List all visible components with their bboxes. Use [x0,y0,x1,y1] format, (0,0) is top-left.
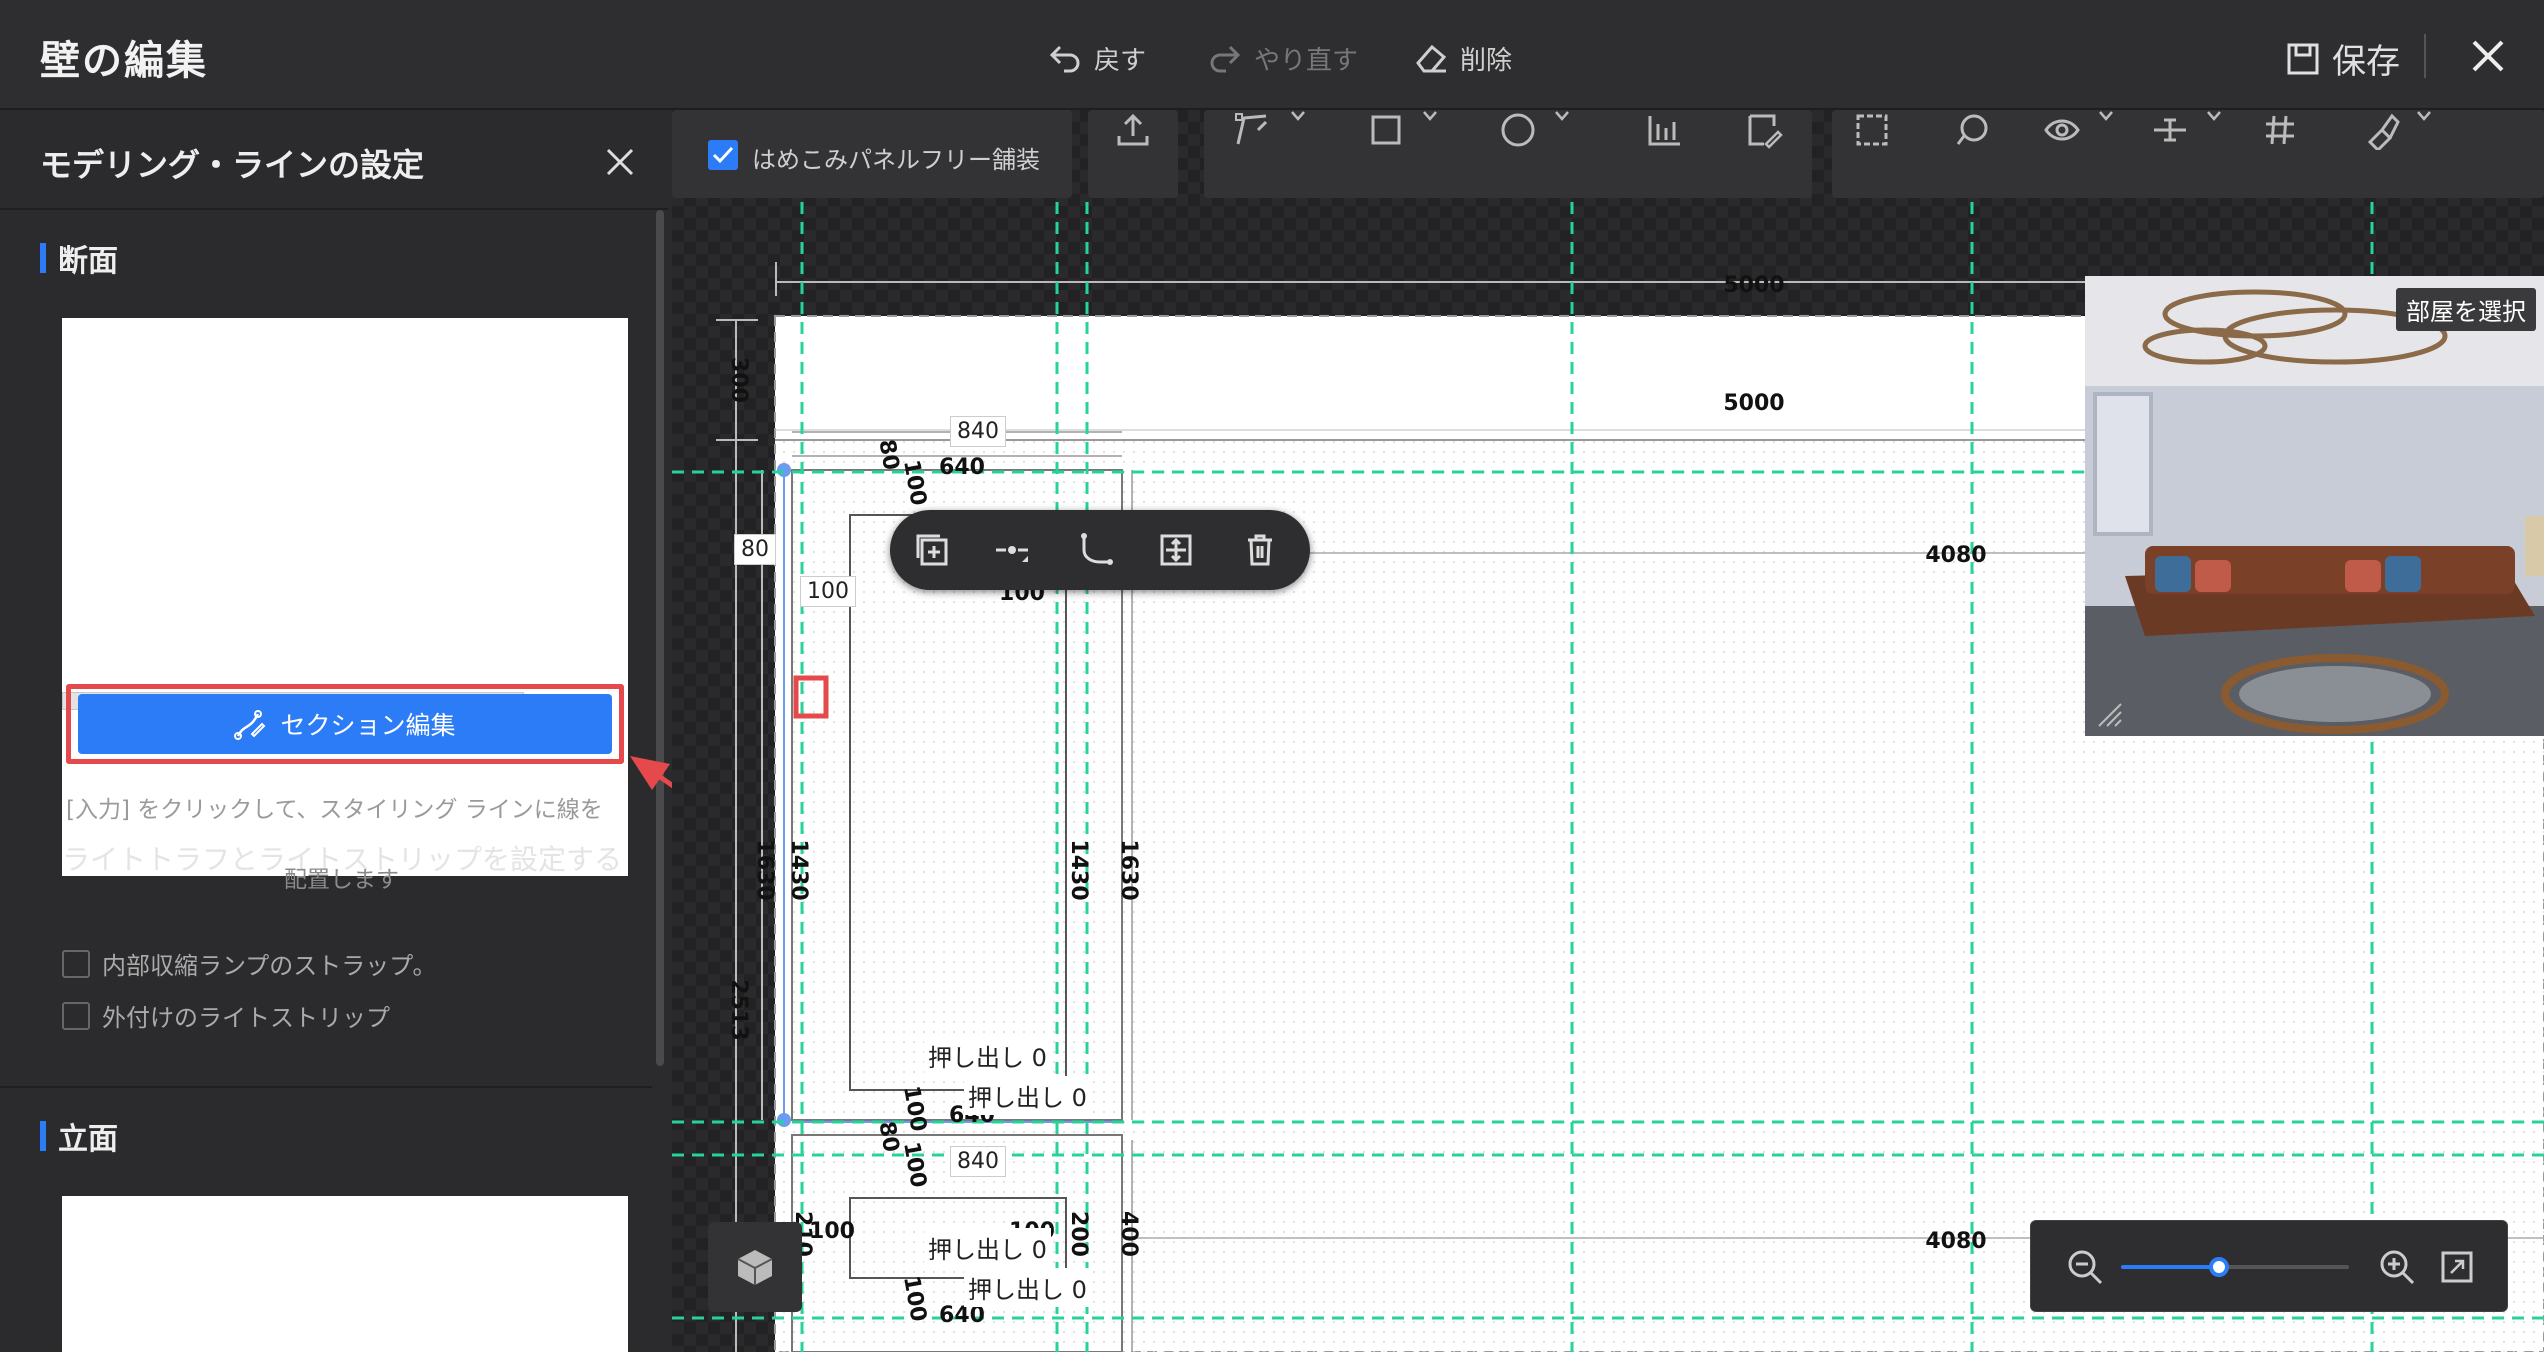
fit-view-icon[interactable] [2439,1249,2475,1285]
title-bar: 壁の編集 戻す やり直す 削除 保存 [0,0,2544,110]
floating-toolbar [890,510,1310,590]
undo-button[interactable]: 戻す [1046,38,1146,78]
path-edit-icon[interactable] [1076,530,1116,570]
divider [0,1086,652,1088]
dim-panel-inner-height: 1430 [1066,839,1091,900]
trash-icon[interactable] [1240,530,1280,570]
zoom-track[interactable] [2121,1257,2349,1277]
room-select-button[interactable]: 部屋を選択 [2396,288,2536,331]
checkbox-label: 内部収縮ランプのストラップ。 [102,952,437,980]
dim-small-400: 400 [1116,1211,1141,1257]
dim-panel-inner-height: 1430 [786,839,811,900]
close-icon[interactable] [2466,34,2510,78]
3d-view-button[interactable] [708,1222,802,1312]
edit-curve-icon [234,710,266,740]
extrude-value: 0 [1031,1236,1047,1264]
accent-bar [40,243,46,273]
window-title: 壁の編集 [40,38,208,84]
extrude-value: 0 [1071,1084,1087,1112]
modeling-line-panel: モデリング・ラインの設定 断面 セクション編集 [入力] をクリックして、スタイ… [0,110,668,1352]
panel-header: モデリング・ラインの設定 [0,110,668,210]
delete-button[interactable]: 削除 [1412,38,1512,78]
eraser-icon [1416,44,1447,73]
delete-label: 削除 [1460,45,1513,76]
extrude-text: 押し出し [928,1236,1024,1264]
checkbox[interactable] [62,949,90,978]
dim-border-b-box[interactable]: 100 [800,576,856,607]
elevation-heading-label: 立面 [58,1122,118,1157]
dim-panel-outer-width[interactable]: 840 [950,416,1006,447]
section-heading-label: 断面 [58,244,118,279]
save-button[interactable]: 保存 [2286,34,2400,83]
dim-panel-outer-height: 1630 [1116,839,1141,900]
elevation-heading: 立面 [40,1114,118,1158]
section-heading: 断面 [40,236,118,280]
dim-right-span-1: 4080 [1925,543,1986,568]
section-edit-button[interactable]: セクション編集 [78,694,612,754]
extrude-label[interactable]: 押し出し 0 [924,1036,1051,1075]
dim-inner-total: 5000 [1723,391,1784,416]
redo-label: やり直す [1254,45,1359,76]
dim-right-span-2: 4080 [1925,1229,1986,1254]
elevation-preview [62,1196,628,1352]
extrude-text: 押し出し [928,1044,1024,1072]
accent-bar [40,1121,46,1151]
dim-panel2-outer-width[interactable]: 840 [950,1146,1006,1177]
checkbox-label: 外付けのライトストリップ [102,1004,390,1032]
extrude-label[interactable]: 押し出し 0 [964,1076,1091,1115]
dim-small-200: 200 [1066,1211,1091,1257]
extrude-text: 押し出し [968,1276,1064,1304]
section-edit-label: セクション編集 [280,711,456,740]
zoom-slider-thumb[interactable] [2209,1257,2229,1277]
cube-icon [737,1250,773,1285]
zoom-out-icon[interactable] [2065,1247,2105,1287]
checkbox-external-strip[interactable]: 外付けのライトストリップ [62,998,390,1033]
dim-border-a-box[interactable]: 80 [734,534,776,565]
save-icon [2287,43,2319,74]
redo-button[interactable]: やり直す [1206,38,1358,78]
resize-grip-icon[interactable] [2095,700,2125,730]
hint-text-continued: 配置します [284,867,399,893]
extrude-label[interactable]: 押し出し 0 [964,1268,1091,1307]
extrude-value: 0 [1071,1276,1087,1304]
extrude-value: 0 [1031,1044,1047,1072]
extrude-label[interactable]: 押し出し 0 [924,1228,1051,1267]
checkbox[interactable] [62,1001,90,1030]
undo-icon [1049,45,1080,73]
extrude-text: 押し出し [968,1084,1064,1112]
dim-top-total: 5000 [1723,273,1784,298]
hint-text: [入力] をクリックして、スタイリング ラインに線を [66,797,603,823]
zoom-control [2030,1220,2508,1312]
undo-label: 戻す [1094,45,1147,76]
save-label: 保存 [2332,42,2400,82]
panel-title: モデリング・ラインの設定 [40,146,425,184]
dim-panel-inner-width: 640 [939,455,985,480]
zoom-in-icon[interactable] [2377,1247,2417,1287]
dim-border-a: 80 [873,1120,903,1155]
room-3d-preview[interactable] [2085,276,2544,736]
redo-icon [1210,45,1241,73]
add-copy-icon[interactable] [912,530,952,570]
split-line-icon[interactable] [992,530,1032,570]
dim-panel-outer-height: 1630 [752,839,777,900]
dim-height-top: 300 [726,357,751,403]
divider [2424,34,2426,78]
scrollbar[interactable] [656,210,664,1066]
close-icon[interactable] [602,144,638,180]
dim-border-a: 80 [873,438,903,473]
move-resize-icon[interactable] [1156,530,1196,570]
room-render [2085,276,2544,736]
checkbox-internal-strap[interactable]: 内部収縮ランプのストラップ。 [62,946,437,981]
dim-height-total: 2513 [726,979,751,1040]
zoom-fill [2121,1265,2219,1269]
